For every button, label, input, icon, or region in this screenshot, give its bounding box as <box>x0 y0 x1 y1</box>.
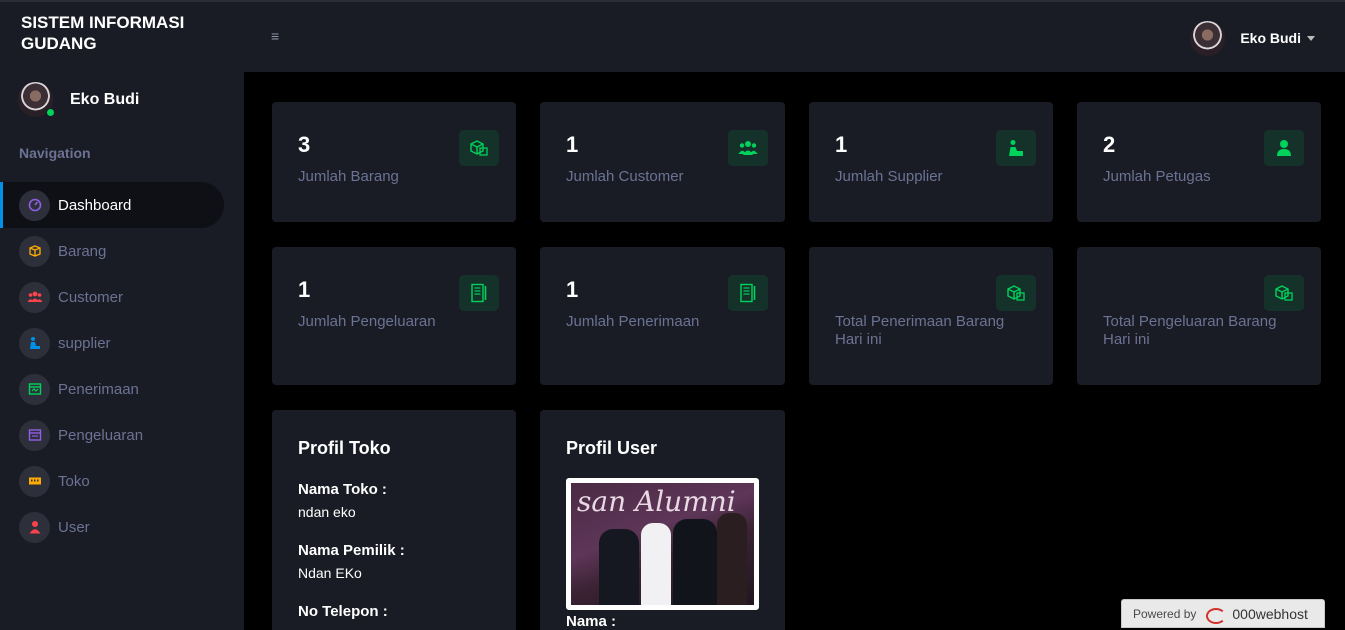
users-icon <box>728 130 768 166</box>
boxes-icon <box>1264 275 1304 311</box>
sidebar-item-label: Penerimaan <box>58 380 139 398</box>
avatar <box>1190 20 1226 56</box>
sidebar-item-customer[interactable]: Customer <box>0 274 244 320</box>
receipt-icon <box>459 275 499 311</box>
photo-figure <box>641 523 671 605</box>
stat-card-total-pengeluaran: Total Pengeluaran Barang Hari ini <box>1077 247 1321 385</box>
sidebar-item-label: supplier <box>58 334 111 352</box>
stat-card-pengeluaran: 1 Jumlah Pengeluaran <box>272 247 516 385</box>
box-icon <box>19 235 50 267</box>
user-photo: san Alumni <box>566 478 759 610</box>
stat-label: Jumlah Supplier <box>835 168 943 185</box>
stat-card-supplier: 1 Jumlah Supplier <box>809 102 1053 222</box>
stat-card-total-penerimaan: Total Penerimaan Barang Hari ini <box>809 247 1053 385</box>
store-icon <box>19 465 50 497</box>
inbox-icon <box>19 373 50 405</box>
sidebar-profile: Eko Budi <box>18 82 139 117</box>
stat-label: Jumlah Petugas <box>1103 168 1211 185</box>
stat-label: Jumlah Barang <box>298 168 399 185</box>
field-label: No Telepon : <box>298 603 388 620</box>
stat-label: Jumlah Penerimaan <box>566 313 700 330</box>
hamburger-icon[interactable]: ≡ <box>271 29 285 43</box>
stat-value: 3 <box>298 132 311 157</box>
sidebar-item-pengeluaran[interactable]: Pengeluaran <box>0 412 244 458</box>
card-title: Profil Toko <box>298 438 391 458</box>
stat-card-barang: 3 Jumlah Barang <box>272 102 516 222</box>
speedometer-icon <box>19 189 50 221</box>
worker-icon <box>19 327 50 359</box>
stat-label: Total Pengeluaran Barang Hari ini <box>1103 313 1277 348</box>
sidebar-item-label: Barang <box>58 242 107 260</box>
outbox-icon <box>19 419 50 451</box>
sidebar-item-label: User <box>58 518 90 536</box>
stat-label: Jumlah Customer <box>566 168 684 185</box>
card-title: Profil User <box>566 438 658 458</box>
host-badge[interactable]: Powered by 000webhost <box>1121 599 1325 628</box>
field-label: Nama Pemilik : <box>298 542 405 559</box>
photo-caption: san Alumni <box>577 485 736 518</box>
powered-by-text: Powered by <box>1133 606 1197 621</box>
avatar <box>18 82 55 117</box>
users-icon <box>19 281 50 313</box>
receipt-icon <box>728 275 768 311</box>
app-brand[interactable]: SISTEM INFORMASI GUDANG <box>21 12 221 54</box>
sidebar-item-penerimaan[interactable]: Penerimaan <box>0 366 244 412</box>
sidebar-item-label: Pengeluaran <box>58 426 144 444</box>
user-menu[interactable]: Eko Budi <box>1190 18 1315 58</box>
user-icon <box>1264 130 1304 166</box>
user-menu-name: Eko Budi <box>1240 30 1301 46</box>
sidebar-item-label: Customer <box>58 288 124 306</box>
photo-figure <box>717 513 747 605</box>
nav-category: Navigation <box>19 145 91 161</box>
sidebar-profile-name: Eko Budi <box>70 90 140 108</box>
stat-card-customer: 1 Jumlah Customer <box>540 102 785 222</box>
sidebar: Eko Budi Navigation Dashboard Barang Cus… <box>0 72 244 630</box>
profil-toko-card: Profil Toko Nama Toko : ndan eko Nama Pe… <box>272 410 516 630</box>
stat-value: 1 <box>566 132 579 157</box>
profil-user-card: Profil User san Alumni Nama : <box>540 410 785 630</box>
field-value: Ndan EKo <box>298 565 362 581</box>
field-label: Nama Toko : <box>298 481 387 498</box>
sidebar-item-label: Toko <box>58 472 90 490</box>
host-brand: 000webhost <box>1232 605 1308 622</box>
sidebar-item-user[interactable]: User <box>0 504 244 550</box>
boxes-icon <box>459 130 499 166</box>
photo-figure <box>673 519 717 605</box>
field-value: ndan eko <box>298 504 356 520</box>
webhost-logo-icon <box>1206 606 1228 624</box>
field-label: Nama : <box>566 613 617 630</box>
sidebar-item-toko[interactable]: Toko <box>0 458 244 504</box>
stat-label: Total Penerimaan Barang Hari ini <box>835 313 1005 348</box>
stat-card-penerimaan: 1 Jumlah Penerimaan <box>540 247 785 385</box>
worker-icon <box>996 130 1036 166</box>
stat-value: 1 <box>835 132 848 157</box>
stat-value: 2 <box>1103 132 1116 157</box>
online-status-icon <box>46 108 55 117</box>
photo-figure <box>599 529 639 605</box>
sidebar-item-dashboard[interactable]: Dashboard <box>0 182 224 228</box>
user-icon <box>19 511 50 543</box>
stat-card-petugas: 2 Jumlah Petugas <box>1077 102 1321 222</box>
sidebar-item-barang[interactable]: Barang <box>0 228 244 274</box>
stat-label: Jumlah Pengeluaran <box>298 313 436 330</box>
sidebar-item-label: Dashboard <box>58 196 132 214</box>
top-navbar: SISTEM INFORMASI GUDANG ≡ Eko Budi <box>0 0 1345 72</box>
sidebar-item-supplier[interactable]: supplier <box>0 320 244 366</box>
chevron-down-icon <box>1307 35 1315 41</box>
stat-value: 1 <box>298 277 311 302</box>
boxes-icon <box>996 275 1036 311</box>
sidebar-nav: Dashboard Barang Customer supplier Pener… <box>0 182 244 550</box>
stat-value: 1 <box>566 277 579 302</box>
